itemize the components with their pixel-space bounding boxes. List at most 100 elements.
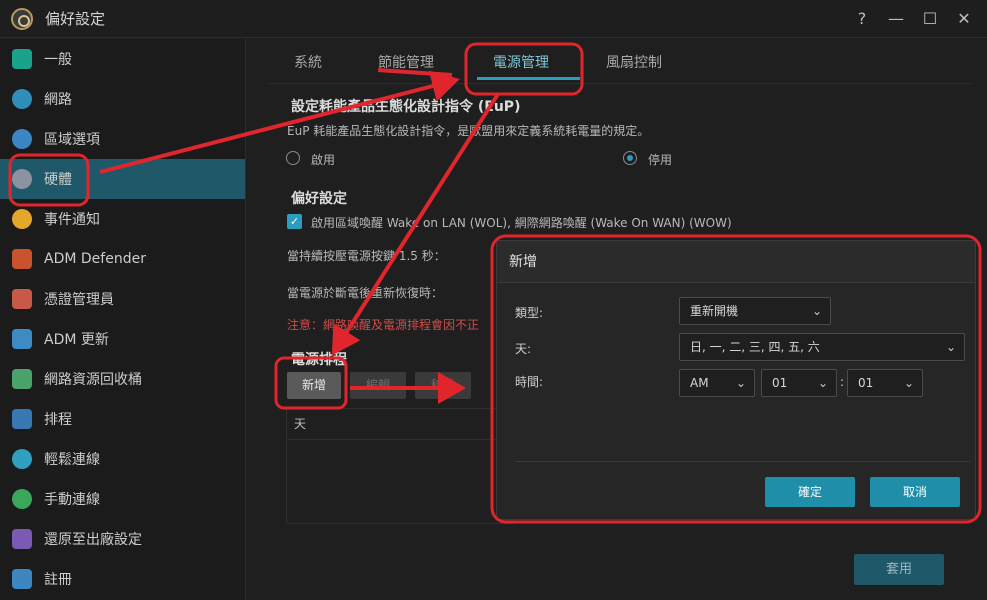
- sidebar-item-label: 憑證管理員: [44, 292, 114, 308]
- add-schedule-button[interactable]: 新增: [287, 372, 341, 399]
- sidebar-item-hardware[interactable]: 硬體: [0, 159, 245, 199]
- eup-section-title: 設定耗能產品生態化設計指令 (EuP): [291, 99, 521, 115]
- alert-icon: [12, 209, 32, 229]
- tab-bar: 系統 節能管理 電源管理 風扇控制: [268, 42, 972, 84]
- register-icon: [12, 569, 32, 589]
- sidebar-item-label: 還原至出廠設定: [44, 532, 142, 548]
- ampm-select-value: AM: [690, 376, 709, 390]
- title-bar: 偏好設定 ? — ☐ ✕: [0, 0, 987, 38]
- schedule-section-title: 電源排程: [291, 352, 347, 368]
- sidebar-item-manual-connect[interactable]: 手動連線: [0, 479, 245, 519]
- eup-enable-label: 啟用: [311, 153, 336, 167]
- sidebar-item-label: 註冊: [44, 572, 72, 588]
- sidebar-item-region[interactable]: 區域選項: [0, 119, 245, 159]
- sidebar-item-label: 手動連線: [44, 492, 100, 508]
- power-button-label: 當持續按壓電源按鍵 1.5 秒：: [287, 249, 446, 263]
- chevron-down-icon: ⌄: [945, 340, 956, 354]
- sidebar: 一般 網路 區域選項 硬體 事件通知 ADM Defender 憑證管理員 AD…: [0, 39, 246, 600]
- window-controls: ? — ☐ ✕: [847, 8, 979, 30]
- firewall-icon: [12, 249, 32, 269]
- sidebar-item-label: 網路資源回收桶: [44, 372, 142, 388]
- day-select-value: 日, 一, 二, 三, 四, 五, 六: [690, 340, 820, 354]
- minute-select[interactable]: 01 ⌄: [847, 369, 923, 397]
- sidebar-item-certificate[interactable]: 憑證管理員: [0, 279, 245, 319]
- restore-icon: [12, 529, 32, 549]
- schedule-icon: [12, 409, 32, 429]
- power-restore-label: 當電源於斷電後重新恢復時：: [287, 286, 444, 300]
- tab-power-management[interactable]: 電源管理: [493, 52, 549, 72]
- wol-label: 啟用區域喚醒 Wake on LAN (WOL), 網際網路喚醒 (Wake O…: [311, 216, 732, 230]
- chevron-down-icon: ⌄: [903, 376, 914, 390]
- tab-energy-saving[interactable]: 節能管理: [378, 52, 434, 72]
- type-select-value: 重新開機: [690, 304, 739, 318]
- sidebar-item-general[interactable]: 一般: [0, 39, 245, 79]
- schedule-table: 天: [286, 408, 516, 524]
- preferences-app-icon: [11, 7, 33, 30]
- prefs-section-title: 偏好設定: [291, 191, 347, 207]
- sidebar-item-label: ADM Defender: [44, 251, 146, 267]
- recycle-bin-icon: [12, 369, 32, 389]
- eup-disable-label: 停用: [648, 153, 673, 167]
- window-title: 偏好設定: [45, 10, 106, 28]
- sidebar-item-notification[interactable]: 事件通知: [0, 199, 245, 239]
- wol-checkbox[interactable]: ✓: [287, 214, 302, 229]
- sidebar-item-adm-update[interactable]: ADM 更新: [0, 319, 245, 359]
- close-icon[interactable]: ✕: [949, 8, 979, 30]
- eup-disable-radio[interactable]: [623, 151, 637, 165]
- help-icon[interactable]: ?: [847, 8, 877, 30]
- add-schedule-dialog: 新增 類型: 重新開機 ⌄ 天: 日, 一, 二, 三, 四, 五, 六 ⌄ 時…: [496, 240, 976, 520]
- manual-connect-icon: [12, 489, 32, 509]
- cloud-connect-icon: [12, 449, 32, 469]
- chevron-down-icon: ⌄: [817, 376, 828, 390]
- minimize-icon[interactable]: —: [881, 8, 911, 30]
- dialog-title: 新增: [497, 241, 975, 283]
- sidebar-item-label: 一般: [44, 52, 72, 68]
- eup-description: EuP 耗能產品生態化設計指令，是歐盟用來定義系統耗電量的規定。: [287, 124, 650, 138]
- general-icon: [12, 49, 32, 69]
- day-select[interactable]: 日, 一, 二, 三, 四, 五, 六 ⌄: [679, 333, 965, 361]
- tab-fan-control[interactable]: 風扇控制: [606, 52, 662, 72]
- sidebar-item-schedule[interactable]: 排程: [0, 399, 245, 439]
- type-select[interactable]: 重新開機 ⌄: [679, 297, 831, 325]
- sidebar-item-label: 事件通知: [44, 212, 100, 228]
- time-label: 時間:: [515, 375, 544, 389]
- type-label: 類型:: [515, 306, 544, 320]
- sidebar-item-recycle-bin[interactable]: 網路資源回收桶: [0, 359, 245, 399]
- chevron-down-icon: ⌄: [735, 376, 746, 390]
- sidebar-item-register[interactable]: 註冊: [0, 559, 245, 599]
- sidebar-item-label: 排程: [44, 412, 72, 428]
- column-day-header: 天: [287, 409, 515, 440]
- tab-system[interactable]: 系統: [294, 52, 322, 72]
- active-tab-indicator: [477, 77, 580, 80]
- warning-text: 注意：網路喚醒及電源排程會因不正: [287, 318, 480, 332]
- region-icon: [12, 129, 32, 149]
- time-separator: :: [840, 375, 845, 389]
- dialog-divider: [515, 461, 970, 462]
- sidebar-item-adm-defender[interactable]: ADM Defender: [0, 239, 245, 279]
- sidebar-item-network[interactable]: 網路: [0, 79, 245, 119]
- hour-select-value: 01: [772, 376, 788, 390]
- sidebar-item-label: 網路: [44, 92, 72, 108]
- hardware-icon: [12, 169, 32, 189]
- hour-select[interactable]: 01 ⌄: [761, 369, 837, 397]
- sidebar-item-factory-reset[interactable]: 還原至出廠設定: [0, 519, 245, 559]
- sidebar-item-easy-connect[interactable]: 輕鬆連線: [0, 439, 245, 479]
- minute-select-value: 01: [858, 376, 874, 390]
- sidebar-item-label: 硬體: [44, 172, 72, 188]
- apply-button[interactable]: 套用: [854, 554, 944, 585]
- sidebar-item-label: ADM 更新: [44, 332, 109, 348]
- sidebar-item-label: 區域選項: [44, 132, 100, 148]
- globe-icon: [12, 89, 32, 109]
- sidebar-item-label: 輕鬆連線: [44, 452, 100, 468]
- maximize-icon[interactable]: ☐: [915, 8, 945, 30]
- certificate-icon: [12, 289, 32, 309]
- day-label: 天:: [515, 342, 532, 356]
- chevron-down-icon: ⌄: [811, 304, 822, 318]
- ok-button[interactable]: 確定: [765, 477, 855, 507]
- eup-enable-radio[interactable]: [286, 151, 300, 165]
- delete-schedule-button[interactable]: 移除: [415, 372, 471, 399]
- update-icon: [12, 329, 32, 349]
- cancel-button[interactable]: 取消: [870, 477, 960, 507]
- edit-schedule-button[interactable]: 編輯: [350, 372, 406, 399]
- ampm-select[interactable]: AM ⌄: [679, 369, 755, 397]
